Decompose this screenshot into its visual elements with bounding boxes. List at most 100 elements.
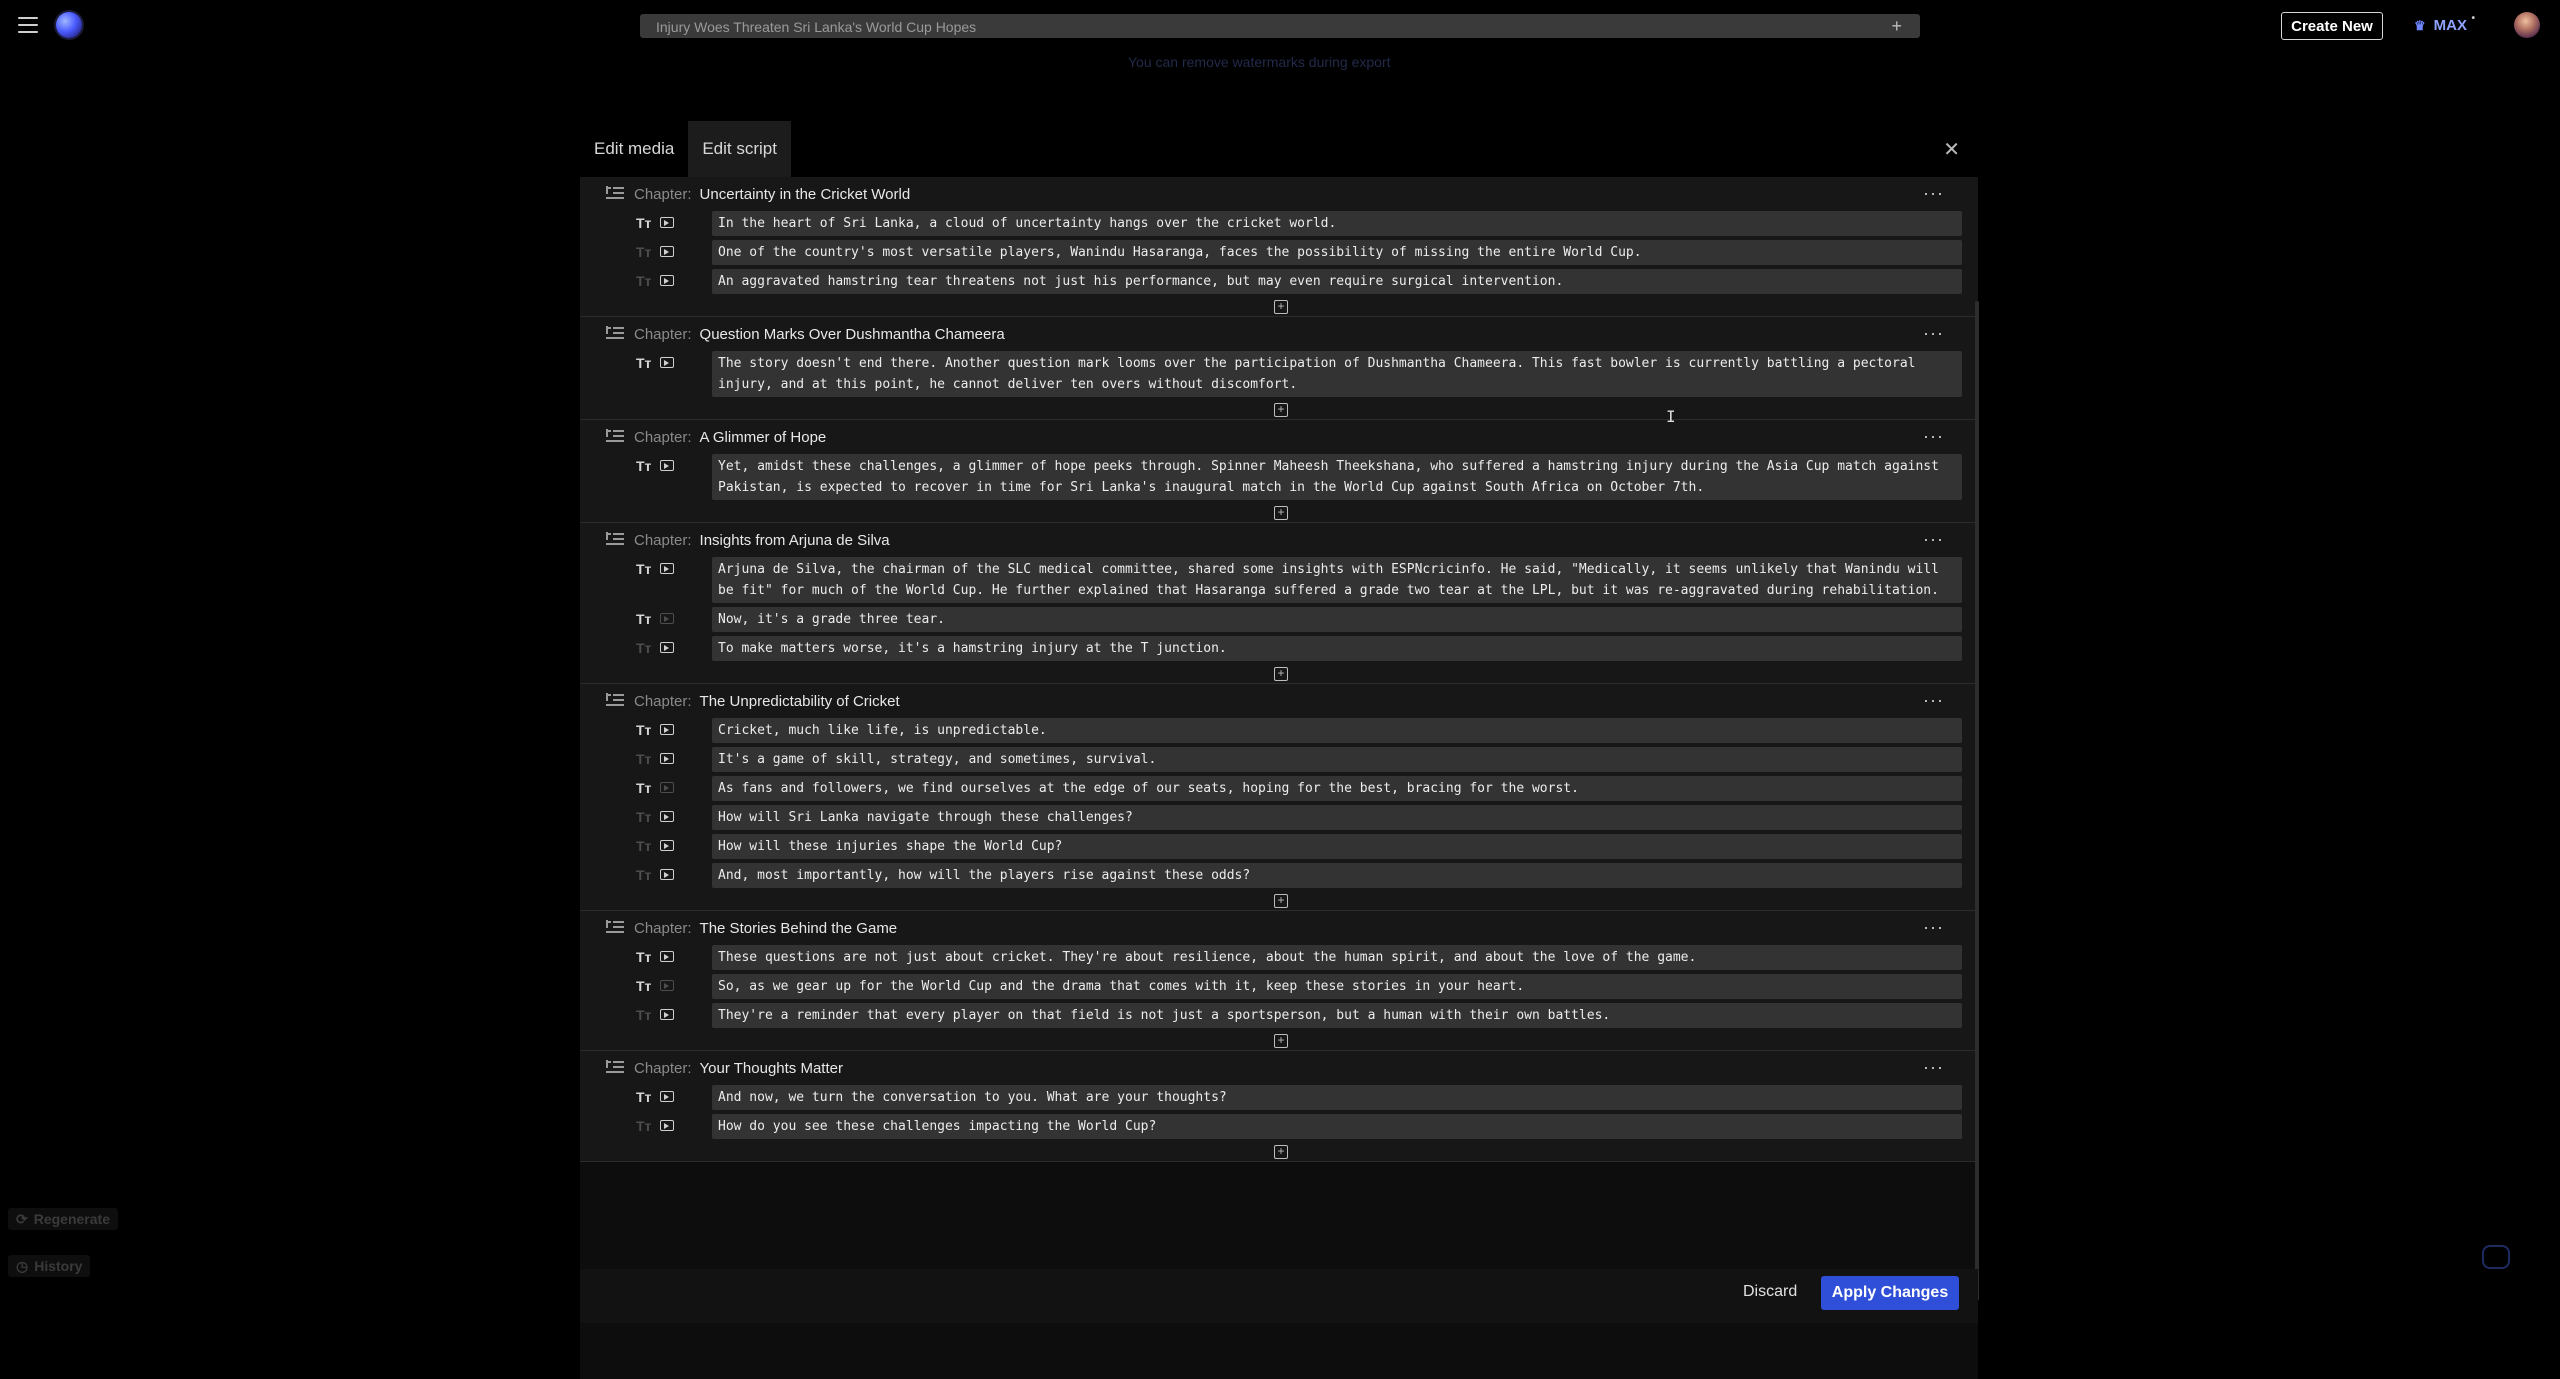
- menu-icon[interactable]: [18, 17, 38, 33]
- script-line-text[interactable]: How will Sri Lanka navigate through thes…: [712, 805, 1962, 830]
- media-icon[interactable]: [660, 613, 674, 624]
- text-style-icon[interactable]: Tт: [636, 240, 660, 260]
- script-line-text[interactable]: They're a reminder that every player on …: [712, 1003, 1962, 1028]
- text-style-icon[interactable]: Tт: [636, 211, 660, 231]
- text-style-icon[interactable]: Tт: [636, 636, 660, 656]
- text-style-icon[interactable]: Tт: [636, 863, 660, 883]
- more-options-icon[interactable]: ···: [1923, 323, 1944, 344]
- regenerate-button[interactable]: ⟳ Regenerate: [8, 1208, 118, 1230]
- text-style-icon[interactable]: Tт: [636, 454, 660, 474]
- text-style-icon[interactable]: Tт: [636, 718, 660, 738]
- chapter-title[interactable]: A Glimmer of Hope: [700, 429, 827, 446]
- script-line-text[interactable]: An aggravated hamstring tear threatens n…: [712, 269, 1962, 294]
- script-line-text[interactable]: And now, we turn the conversation to you…: [712, 1085, 1962, 1110]
- chapter-title[interactable]: Your Thoughts Matter: [700, 1060, 843, 1077]
- media-icon[interactable]: [660, 1120, 674, 1131]
- script-list[interactable]: Chapter: Uncertainty in the Cricket World…: [580, 177, 1978, 1379]
- apply-changes-button[interactable]: Apply Changes: [1821, 1276, 1959, 1310]
- text-style-icon[interactable]: Tт: [636, 607, 660, 627]
- add-chapter-icon[interactable]: +: [1274, 667, 1288, 681]
- text-style-icon[interactable]: Tт: [636, 747, 660, 767]
- media-icon[interactable]: [660, 869, 674, 880]
- script-line-text[interactable]: How do you see these challenges impactin…: [712, 1114, 1962, 1139]
- discard-button[interactable]: Discard: [1743, 1283, 1797, 1301]
- script-line-text[interactable]: Now, it's a grade three tear.: [712, 607, 1962, 632]
- script-line-text[interactable]: How will these injuries shape the World …: [712, 834, 1962, 859]
- media-icon[interactable]: [660, 246, 674, 257]
- chapter-title[interactable]: Uncertainty in the Cricket World: [700, 186, 911, 203]
- media-icon[interactable]: [660, 840, 674, 851]
- text-style-icon[interactable]: Tт: [636, 945, 660, 965]
- text-style-icon[interactable]: Tт: [636, 776, 660, 796]
- text-style-icon[interactable]: Tт: [636, 1085, 660, 1105]
- plan-badge[interactable]: ♛ MAX •: [2414, 13, 2475, 34]
- text-style-icon[interactable]: Tт: [636, 269, 660, 289]
- chapter-title[interactable]: The Stories Behind the Game: [700, 920, 898, 937]
- text-cursor-icon: I: [1666, 407, 1676, 426]
- script-line-text[interactable]: And, most importantly, how will the play…: [712, 863, 1962, 888]
- script-line-text[interactable]: One of the country's most versatile play…: [712, 240, 1962, 265]
- script-line-text[interactable]: Yet, amidst these challenges, a glimmer …: [712, 454, 1962, 500]
- script-line-text[interactable]: As fans and followers, we find ourselves…: [712, 776, 1962, 801]
- script-line-text[interactable]: Cricket, much like life, is unpredictabl…: [712, 718, 1962, 743]
- text-style-icon[interactable]: Tт: [636, 557, 660, 577]
- chapter-title[interactable]: The Unpredictability of Cricket: [700, 693, 900, 710]
- chapter-header: Chapter: Insights from Arjuna de Silva ···: [580, 523, 1978, 557]
- media-icon[interactable]: [660, 217, 674, 228]
- more-options-icon[interactable]: ···: [1923, 529, 1944, 550]
- add-chapter-row: +: [580, 1032, 1978, 1050]
- more-options-icon[interactable]: ···: [1923, 1057, 1944, 1078]
- media-icon[interactable]: [660, 1009, 674, 1020]
- script-line-text[interactable]: These questions are not just about crick…: [712, 945, 1962, 970]
- media-icon[interactable]: [660, 951, 674, 962]
- project-title[interactable]: Injury Woes Threaten Sri Lanka's World C…: [656, 19, 976, 35]
- chapter-title[interactable]: Question Marks Over Dushmantha Chameera: [700, 326, 1005, 343]
- script-line-text[interactable]: To make matters worse, it's a hamstring …: [712, 636, 1962, 661]
- script-line-text[interactable]: Arjuna de Silva, the chairman of the SLC…: [712, 557, 1962, 603]
- media-icon[interactable]: [660, 782, 674, 793]
- history-button[interactable]: ◷ History: [8, 1255, 91, 1277]
- script-line-text[interactable]: So, as we gear up for the World Cup and …: [712, 974, 1962, 999]
- tab-edit-script[interactable]: Edit script: [688, 121, 791, 177]
- text-style-icon[interactable]: Tт: [636, 1003, 660, 1023]
- more-options-icon[interactable]: ···: [1923, 426, 1944, 447]
- avatar[interactable]: [2514, 12, 2540, 38]
- chat-support-icon[interactable]: [2482, 1245, 2510, 1269]
- add-chapter-icon[interactable]: +: [1274, 894, 1288, 908]
- add-chapter-icon[interactable]: +: [1274, 403, 1288, 417]
- add-chapter-icon[interactable]: +: [1274, 1145, 1288, 1159]
- media-icon[interactable]: [660, 460, 674, 471]
- more-options-icon[interactable]: ···: [1923, 183, 1944, 204]
- text-style-icon[interactable]: Tт: [636, 351, 660, 371]
- more-options-icon[interactable]: ···: [1923, 690, 1944, 711]
- media-icon[interactable]: [660, 753, 674, 764]
- chapter-title[interactable]: Insights from Arjuna de Silva: [700, 532, 890, 549]
- text-style-icon[interactable]: Tт: [636, 805, 660, 825]
- media-icon[interactable]: [660, 1091, 674, 1102]
- tab-edit-media[interactable]: Edit media: [580, 121, 688, 177]
- close-icon[interactable]: ✕: [1943, 137, 1960, 162]
- script-line-text[interactable]: In the heart of Sri Lanka, a cloud of un…: [712, 211, 1962, 236]
- add-chapter-icon[interactable]: +: [1274, 300, 1288, 314]
- media-icon[interactable]: [660, 642, 674, 653]
- text-style-icon[interactable]: Tт: [636, 834, 660, 854]
- media-icon[interactable]: [660, 980, 674, 991]
- app-logo[interactable]: [56, 12, 82, 38]
- add-chapter-icon[interactable]: +: [1274, 506, 1288, 520]
- plus-icon[interactable]: +: [1891, 16, 1902, 36]
- text-style-icon[interactable]: Tт: [636, 1114, 660, 1134]
- media-icon[interactable]: [660, 811, 674, 822]
- project-title-bar[interactable]: Injury Woes Threaten Sri Lanka's World C…: [640, 14, 1920, 38]
- media-icon[interactable]: [660, 724, 674, 735]
- script-line-text[interactable]: The story doesn't end there. Another que…: [712, 351, 1962, 397]
- scrollbar[interactable]: [1975, 301, 1979, 1301]
- media-icon[interactable]: [660, 563, 674, 574]
- create-new-button[interactable]: Create New: [2281, 12, 2383, 40]
- script-line: Tт An aggravated hamstring tear threatens…: [580, 269, 1978, 294]
- more-options-icon[interactable]: ···: [1923, 917, 1944, 938]
- media-icon[interactable]: [660, 275, 674, 286]
- add-chapter-icon[interactable]: +: [1274, 1034, 1288, 1048]
- text-style-icon[interactable]: Tт: [636, 974, 660, 994]
- script-line-text[interactable]: It's a game of skill, strategy, and some…: [712, 747, 1962, 772]
- media-icon[interactable]: [660, 357, 674, 368]
